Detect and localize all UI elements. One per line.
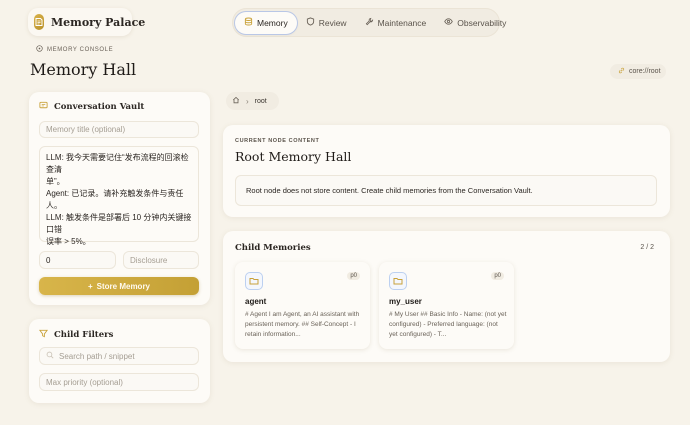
brand[interactable]: Memory Palace xyxy=(28,8,145,36)
filter-icon xyxy=(39,329,48,341)
tab-memory[interactable]: Memory xyxy=(235,11,297,34)
node-notice-text: Root node does not store content. Create… xyxy=(246,186,533,195)
tab-observability[interactable]: Observability xyxy=(435,12,515,34)
priority-badge: p0 xyxy=(347,272,360,280)
search-placeholder: Search path / snippet xyxy=(59,351,135,361)
folder-icon xyxy=(389,272,407,290)
disclosure-input[interactable]: Disclosure xyxy=(123,251,199,269)
node-overline: CURRENT NODE CONTENT xyxy=(235,138,320,144)
eye-icon xyxy=(444,17,453,28)
node-notice: Root node does not store content. Create… xyxy=(235,175,657,206)
child-memory-card-my-user[interactable]: p0 my_user # My User ## Basic Info - Nam… xyxy=(379,262,514,349)
conversation-line: LLM: 触发条件是部署后 10 分钟内关键接口错 xyxy=(46,213,192,234)
home-icon[interactable] xyxy=(232,96,240,106)
child-name: my_user xyxy=(389,297,422,306)
child-snippet: # Agent I am Agent, an AI assistant with… xyxy=(245,311,360,338)
conversation-textarea[interactable]: LLM: 我今天需要记住“发布流程的回滚检查清 单”。 Agent: 已记录。请… xyxy=(39,146,199,246)
tab-review-label: Review xyxy=(318,17,347,28)
folder-icon xyxy=(245,272,263,290)
tab-maintenance-label: Maintenance xyxy=(377,17,427,28)
child-count: 2 / 2 xyxy=(640,244,654,251)
child-memories-title: Child Memories xyxy=(235,243,311,253)
core-path-text: core://root xyxy=(629,68,661,75)
filters-header: Child Filters xyxy=(39,329,113,341)
tab-maintenance[interactable]: Maintenance xyxy=(356,12,436,34)
tab-memory-label: Memory xyxy=(257,17,288,28)
memory-title-input[interactable]: Memory title (optional) xyxy=(39,121,199,138)
search-input[interactable]: Search path / snippet xyxy=(39,347,199,365)
child-snippet: # My User ## Basic Info - Name: (not yet… xyxy=(389,311,507,338)
brand-title: Memory Palace xyxy=(51,15,146,29)
message-icon xyxy=(39,101,48,113)
link-icon xyxy=(618,67,625,76)
database-icon xyxy=(244,17,253,28)
console-label-text: MEMORY CONSOLE xyxy=(47,46,114,53)
priority-value: 0 xyxy=(46,255,51,265)
plus-icon: + xyxy=(87,281,93,291)
tab-observability-label: Observability xyxy=(457,17,507,28)
store-memory-button[interactable]: + Store Memory xyxy=(39,277,199,295)
store-memory-label: Store Memory xyxy=(96,281,151,291)
main-nav: Memory Review Maintenance Observability xyxy=(232,8,506,37)
priority-input[interactable]: 0 xyxy=(39,251,116,269)
vault-header: Conversation Vault xyxy=(39,101,144,113)
conversation-line: 单”。 xyxy=(46,177,65,186)
conversation-line: Agent: 已记录。请补充触发条件与责任人。 xyxy=(46,189,184,210)
conversation-line: LLM: 我今天需要记住“发布流程的回滚检查清 xyxy=(46,153,189,174)
chevron-right-icon: › xyxy=(246,96,249,106)
breadcrumb: › root xyxy=(226,92,279,110)
max-priority-input[interactable]: Max priority (optional) xyxy=(39,373,199,391)
compass-icon xyxy=(36,45,43,54)
console-label: MEMORY CONSOLE xyxy=(36,45,113,54)
memory-title-placeholder: Memory title (optional) xyxy=(46,125,126,134)
page-title: Memory Hall xyxy=(30,60,137,79)
book-icon xyxy=(34,14,44,30)
priority-badge: p0 xyxy=(491,272,504,280)
search-icon xyxy=(46,351,54,361)
tab-review[interactable]: Review xyxy=(297,12,356,34)
child-name: agent xyxy=(245,297,267,306)
disclosure-placeholder: Disclosure xyxy=(130,255,168,265)
child-memory-card-agent[interactable]: p0 agent # Agent I am Agent, an AI assis… xyxy=(235,262,370,349)
breadcrumb-item[interactable]: root xyxy=(255,98,267,105)
node-title: Root Memory Hall xyxy=(235,149,352,164)
conversation-line: 误率 > 5%。 xyxy=(46,237,91,246)
wrench-icon xyxy=(365,17,374,28)
shield-icon xyxy=(306,17,315,28)
max-priority-placeholder: Max priority (optional) xyxy=(46,377,123,387)
core-path-chip[interactable]: core://root xyxy=(610,64,666,79)
filters-title: Child Filters xyxy=(54,330,114,340)
vault-title: Conversation Vault xyxy=(54,102,145,112)
